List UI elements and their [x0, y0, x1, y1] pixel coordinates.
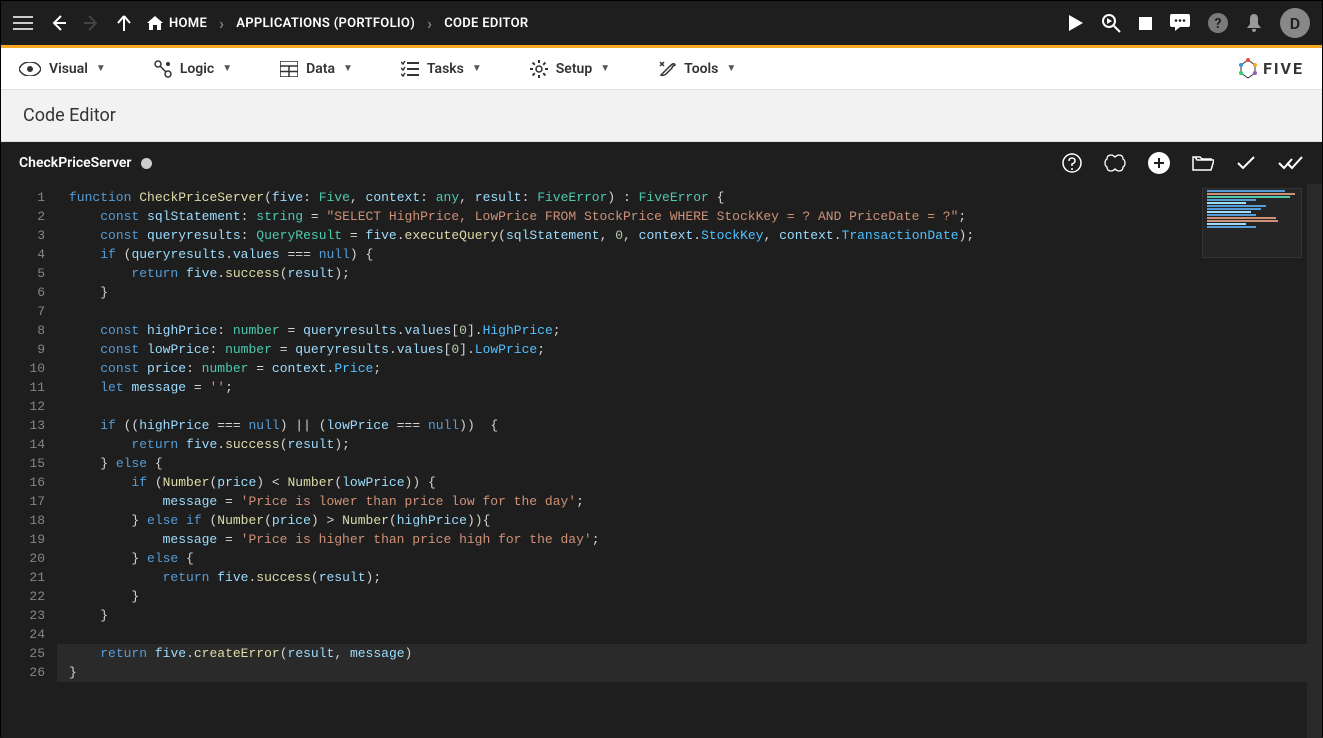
unsaved-dot-icon — [141, 158, 152, 169]
breadcrumb-code-editor[interactable]: CODE EDITOR — [444, 16, 528, 31]
search-play-icon[interactable] — [1101, 13, 1121, 33]
check-icon[interactable] — [1236, 155, 1256, 171]
play-icon[interactable] — [1069, 15, 1083, 31]
editor-header: CheckPriceServer — [1, 142, 1322, 184]
chevron-right-icon: › — [427, 14, 432, 33]
svg-text:?: ? — [1215, 16, 1222, 32]
menu-tools-label: Tools — [684, 61, 718, 77]
menu-setup-label: Setup — [556, 61, 592, 77]
stop-icon[interactable] — [1139, 17, 1152, 30]
double-check-icon[interactable] — [1278, 155, 1304, 171]
avatar[interactable]: D — [1280, 8, 1310, 38]
gear-icon — [530, 60, 548, 78]
tab-name: CheckPriceServer — [19, 155, 131, 171]
minimap[interactable] — [1202, 188, 1302, 258]
line-gutter: 1234567891011121314151617181920212223242… — [1, 184, 57, 738]
help-icon[interactable]: ? — [1208, 13, 1228, 33]
top-bar: HOME › APPLICATIONS (PORTFOLIO) › CODE E… — [1, 1, 1322, 48]
chevron-right-icon: › — [219, 14, 224, 33]
table-icon — [280, 61, 298, 77]
editor-body: 1234567891011121314151617181920212223242… — [1, 184, 1322, 738]
tools-icon — [658, 60, 676, 78]
brand-logo: FIVE — [1237, 58, 1304, 80]
menu-visual-label: Visual — [49, 61, 88, 77]
editor-tab[interactable]: CheckPriceServer — [19, 155, 152, 171]
menu-data-label: Data — [306, 61, 335, 77]
editor-actions — [1062, 152, 1304, 174]
vertical-scrollbar[interactable] — [1307, 184, 1322, 738]
page-title-bar: Code Editor — [1, 90, 1322, 142]
top-bar-left: HOME › APPLICATIONS (PORTFOLIO) › CODE E… — [13, 14, 1069, 33]
breadcrumb-home[interactable]: HOME — [147, 16, 207, 31]
menu-tasks[interactable]: Tasks▼ — [401, 61, 482, 77]
page-title: Code Editor — [23, 105, 116, 126]
menu-tasks-label: Tasks — [427, 61, 464, 77]
avatar-letter: D — [1290, 14, 1300, 33]
tasks-icon — [401, 61, 419, 77]
brain-icon[interactable] — [1104, 153, 1126, 173]
forward-icon — [83, 14, 101, 32]
back-icon[interactable] — [49, 14, 67, 32]
breadcrumb-applications[interactable]: APPLICATIONS (PORTFOLIO) — [236, 16, 415, 31]
hamburger-icon[interactable] — [13, 16, 33, 30]
breadcrumb: HOME › APPLICATIONS (PORTFOLIO) › CODE E… — [147, 14, 528, 33]
menu-logic-label: Logic — [180, 61, 214, 77]
bell-icon[interactable] — [1246, 14, 1262, 32]
menu-logic[interactable]: Logic▼ — [154, 60, 232, 78]
up-icon[interactable] — [117, 15, 131, 31]
breadcrumb-home-label: HOME — [169, 16, 207, 31]
open-folder-icon[interactable] — [1192, 154, 1214, 172]
add-button[interactable] — [1148, 152, 1170, 174]
brand-text: FIVE — [1263, 59, 1304, 78]
menu-setup[interactable]: Setup▼ — [530, 60, 610, 78]
plus-icon — [1148, 152, 1170, 174]
menu-tools[interactable]: Tools▼ — [658, 60, 736, 78]
menu-data[interactable]: Data▼ — [280, 61, 353, 77]
menu-visual[interactable]: Visual▼ — [19, 61, 106, 77]
hint-icon[interactable] — [1062, 153, 1082, 173]
eye-icon — [19, 62, 41, 76]
chat-icon[interactable] — [1170, 14, 1190, 32]
logic-icon — [154, 60, 172, 78]
logo-icon — [1237, 58, 1259, 80]
menu-bar: Visual▼ Logic▼ Data▼ Tasks▼ Setup▼ Tools… — [1, 48, 1322, 90]
top-bar-right: ? D — [1069, 8, 1310, 38]
code-area[interactable]: function CheckPriceServer(five: Five, co… — [57, 184, 1322, 738]
